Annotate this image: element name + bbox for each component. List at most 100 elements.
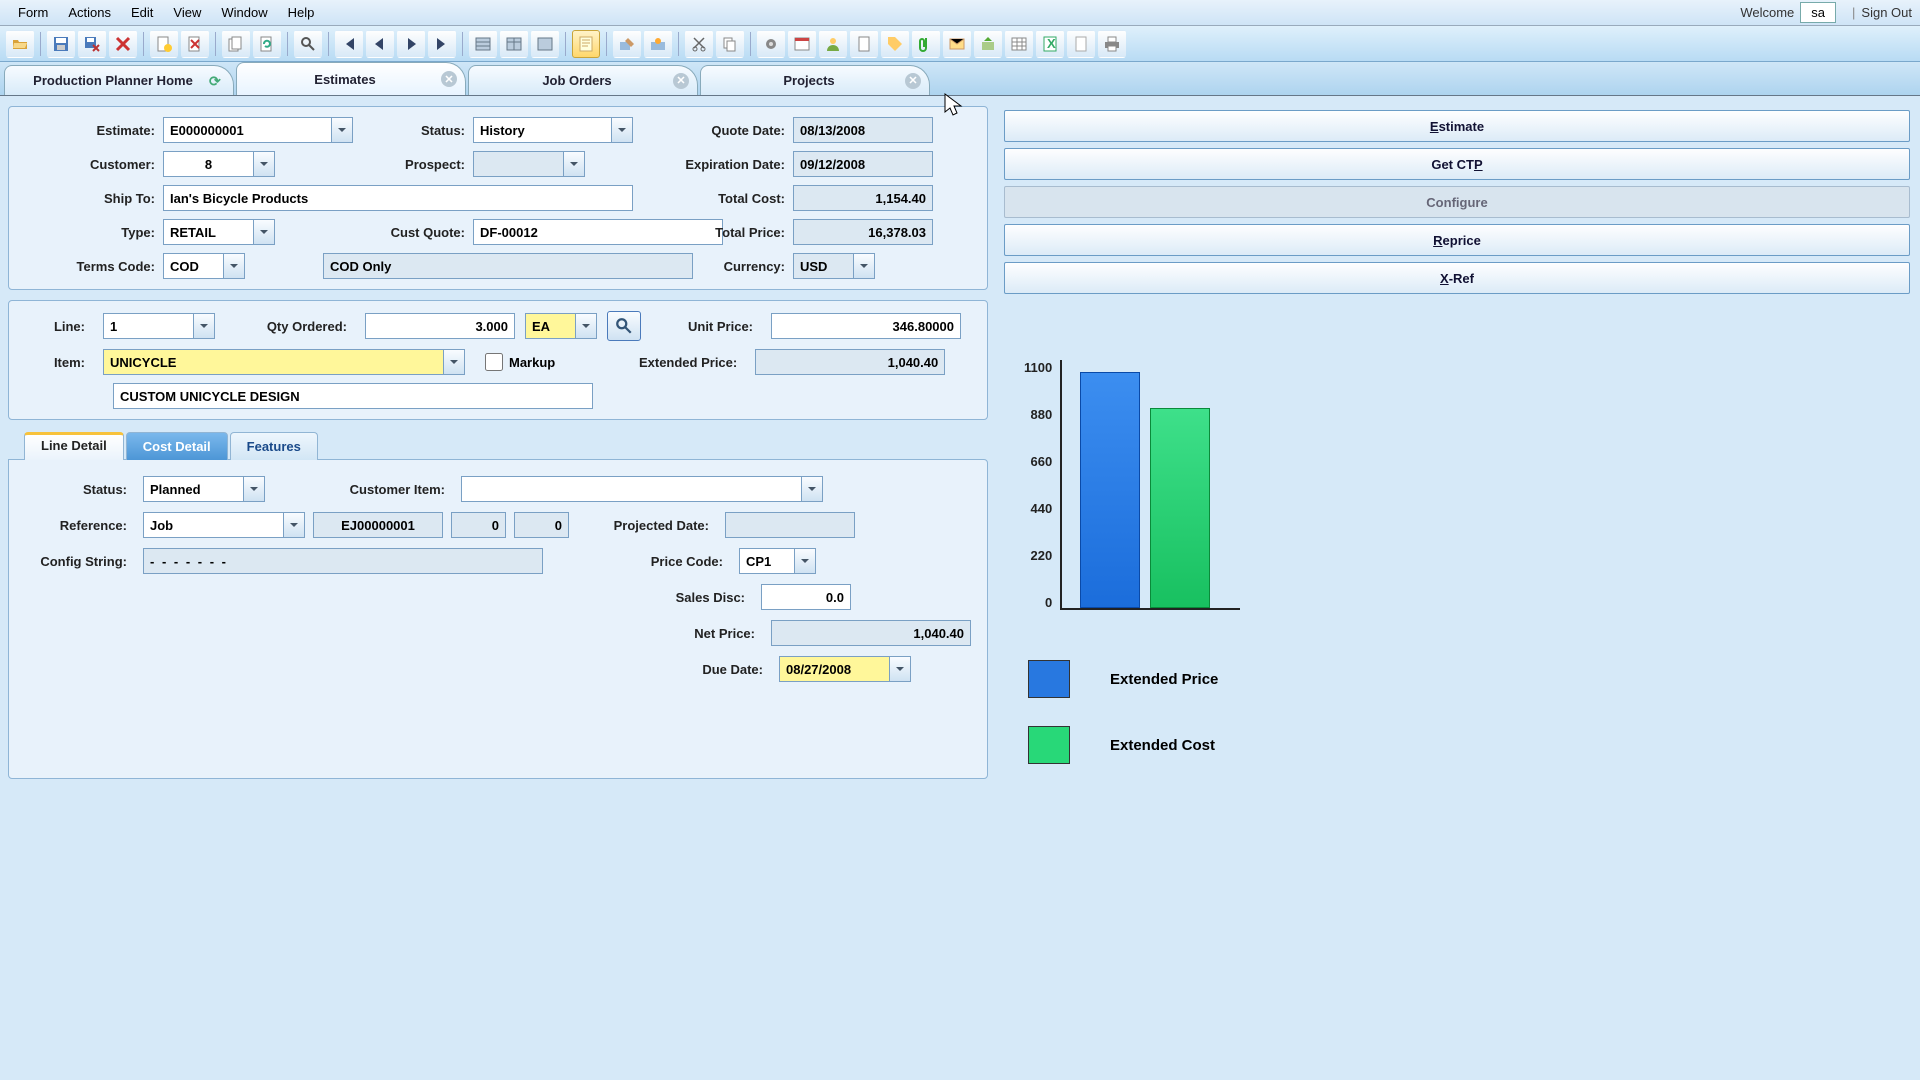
terms-field[interactable]: COD — [163, 253, 223, 279]
chevron-down-icon[interactable] — [563, 151, 585, 177]
estimate-button[interactable]: Estimate — [1004, 110, 1910, 142]
reference-field[interactable]: Job — [143, 512, 283, 538]
tag-icon[interactable] — [881, 30, 909, 58]
cut-icon[interactable] — [685, 30, 713, 58]
menu-view[interactable]: View — [163, 2, 211, 23]
menu-edit[interactable]: Edit — [121, 2, 163, 23]
save-icon[interactable] — [47, 30, 75, 58]
search-icon[interactable] — [294, 30, 322, 58]
chevron-down-icon[interactable] — [283, 512, 305, 538]
user-icon[interactable] — [819, 30, 847, 58]
chevron-down-icon[interactable] — [794, 548, 816, 574]
chevron-down-icon[interactable] — [253, 151, 275, 177]
nav-first-icon[interactable] — [335, 30, 363, 58]
line-field[interactable]: 1 — [103, 313, 193, 339]
excel-icon[interactable]: X — [1036, 30, 1064, 58]
shipto-field[interactable]: Ian's Bicycle Products — [163, 185, 633, 211]
chart-bar-price — [1080, 372, 1140, 608]
chart-legend: Extended Price Extended Cost — [1024, 660, 1910, 764]
signout-link[interactable]: Sign Out — [1861, 5, 1912, 20]
due-date-field[interactable]: 08/27/2008 — [779, 656, 889, 682]
estimate-label: Estimate: — [23, 123, 163, 138]
chevron-down-icon[interactable] — [193, 313, 215, 339]
unit-price-field[interactable]: 346.80000 — [771, 313, 961, 339]
delete-icon[interactable] — [109, 30, 137, 58]
nav-last-icon[interactable] — [428, 30, 456, 58]
tools1-icon[interactable] — [613, 30, 641, 58]
cust-item-field[interactable] — [461, 476, 801, 502]
get-ctp-button[interactable]: Get CTP — [1004, 148, 1910, 180]
grid3-icon[interactable] — [531, 30, 559, 58]
status-field[interactable]: History — [473, 117, 611, 143]
tab-projects[interactable]: Projects ✕ — [700, 65, 930, 95]
copy-doc-icon[interactable] — [222, 30, 250, 58]
blank-doc-icon[interactable] — [1067, 30, 1095, 58]
tab-home[interactable]: Production Planner Home ⟳ — [4, 65, 234, 95]
uom-field[interactable]: EA — [525, 313, 575, 339]
chevron-down-icon[interactable] — [889, 656, 911, 682]
menu-help[interactable]: Help — [278, 2, 325, 23]
chevron-down-icon[interactable] — [801, 476, 823, 502]
close-icon[interactable]: ✕ — [441, 71, 457, 87]
grid1-icon[interactable] — [469, 30, 497, 58]
chevron-down-icon[interactable] — [253, 219, 275, 245]
export-icon[interactable] — [974, 30, 1002, 58]
new-doc-icon[interactable] — [150, 30, 178, 58]
chevron-down-icon[interactable] — [223, 253, 245, 279]
save-close-icon[interactable] — [78, 30, 106, 58]
item-desc-field[interactable]: CUSTOM UNICYCLE DESIGN — [113, 383, 593, 409]
sales-disc-field[interactable]: 0.0 — [761, 584, 851, 610]
chevron-down-icon[interactable] — [575, 313, 597, 339]
chevron-down-icon[interactable] — [611, 117, 633, 143]
configure-button[interactable]: Configure — [1004, 186, 1910, 218]
lookup-button[interactable] — [607, 311, 641, 341]
menu-window[interactable]: Window — [211, 2, 277, 23]
notes-icon[interactable] — [572, 30, 600, 58]
markup-checkbox[interactable] — [485, 353, 503, 371]
legend-label-price: Extended Price — [1110, 671, 1218, 688]
tab-job-orders[interactable]: Job Orders ✕ — [468, 65, 698, 95]
type-field[interactable]: RETAIL — [163, 219, 253, 245]
attach-icon[interactable] — [912, 30, 940, 58]
mail-icon[interactable] — [943, 30, 971, 58]
gear-icon[interactable] — [757, 30, 785, 58]
grid2-icon[interactable] — [500, 30, 528, 58]
close-icon[interactable]: ✕ — [905, 73, 921, 89]
refresh-doc-icon[interactable] — [253, 30, 281, 58]
item-field[interactable]: UNICYCLE — [103, 349, 443, 375]
subtab-features[interactable]: Features — [230, 432, 318, 460]
customer-field[interactable]: 8 — [163, 151, 253, 177]
tools2-icon[interactable] — [644, 30, 672, 58]
price-code-field[interactable]: CP1 — [739, 548, 794, 574]
menu-form[interactable]: Form — [8, 2, 58, 23]
reload-icon[interactable]: ⟳ — [209, 73, 225, 89]
open-icon[interactable] — [6, 30, 34, 58]
cancel-doc-icon[interactable] — [181, 30, 209, 58]
det-status-field[interactable]: Planned — [143, 476, 243, 502]
chevron-down-icon[interactable] — [331, 117, 353, 143]
copy-icon[interactable] — [716, 30, 744, 58]
calendar-icon[interactable] — [788, 30, 816, 58]
currency-field[interactable]: USD — [793, 253, 853, 279]
table-icon[interactable] — [1005, 30, 1033, 58]
chevron-down-icon[interactable] — [853, 253, 875, 279]
qty-field[interactable]: 3.000 — [365, 313, 515, 339]
subtab-line-detail[interactable]: Line Detail — [24, 432, 124, 460]
subtab-cost-detail[interactable]: Cost Detail — [126, 432, 228, 460]
chevron-down-icon[interactable] — [243, 476, 265, 502]
nav-prev-icon[interactable] — [366, 30, 394, 58]
xref-button[interactable]: X-Ref — [1004, 262, 1910, 294]
reference-a-field: 0 — [451, 512, 506, 538]
tab-estimates[interactable]: Estimates ✕ — [236, 62, 466, 95]
page-icon[interactable] — [850, 30, 878, 58]
chevron-down-icon[interactable] — [443, 349, 465, 375]
nav-next-icon[interactable] — [397, 30, 425, 58]
config-string-field: - - - - - - - — [143, 548, 543, 574]
close-icon[interactable]: ✕ — [673, 73, 689, 89]
print-icon[interactable] — [1098, 30, 1126, 58]
estimate-field[interactable]: E000000001 — [163, 117, 331, 143]
customer-label: Customer: — [23, 157, 163, 172]
prospect-field[interactable] — [473, 151, 563, 177]
menu-actions[interactable]: Actions — [58, 2, 121, 23]
reprice-button[interactable]: Reprice — [1004, 224, 1910, 256]
